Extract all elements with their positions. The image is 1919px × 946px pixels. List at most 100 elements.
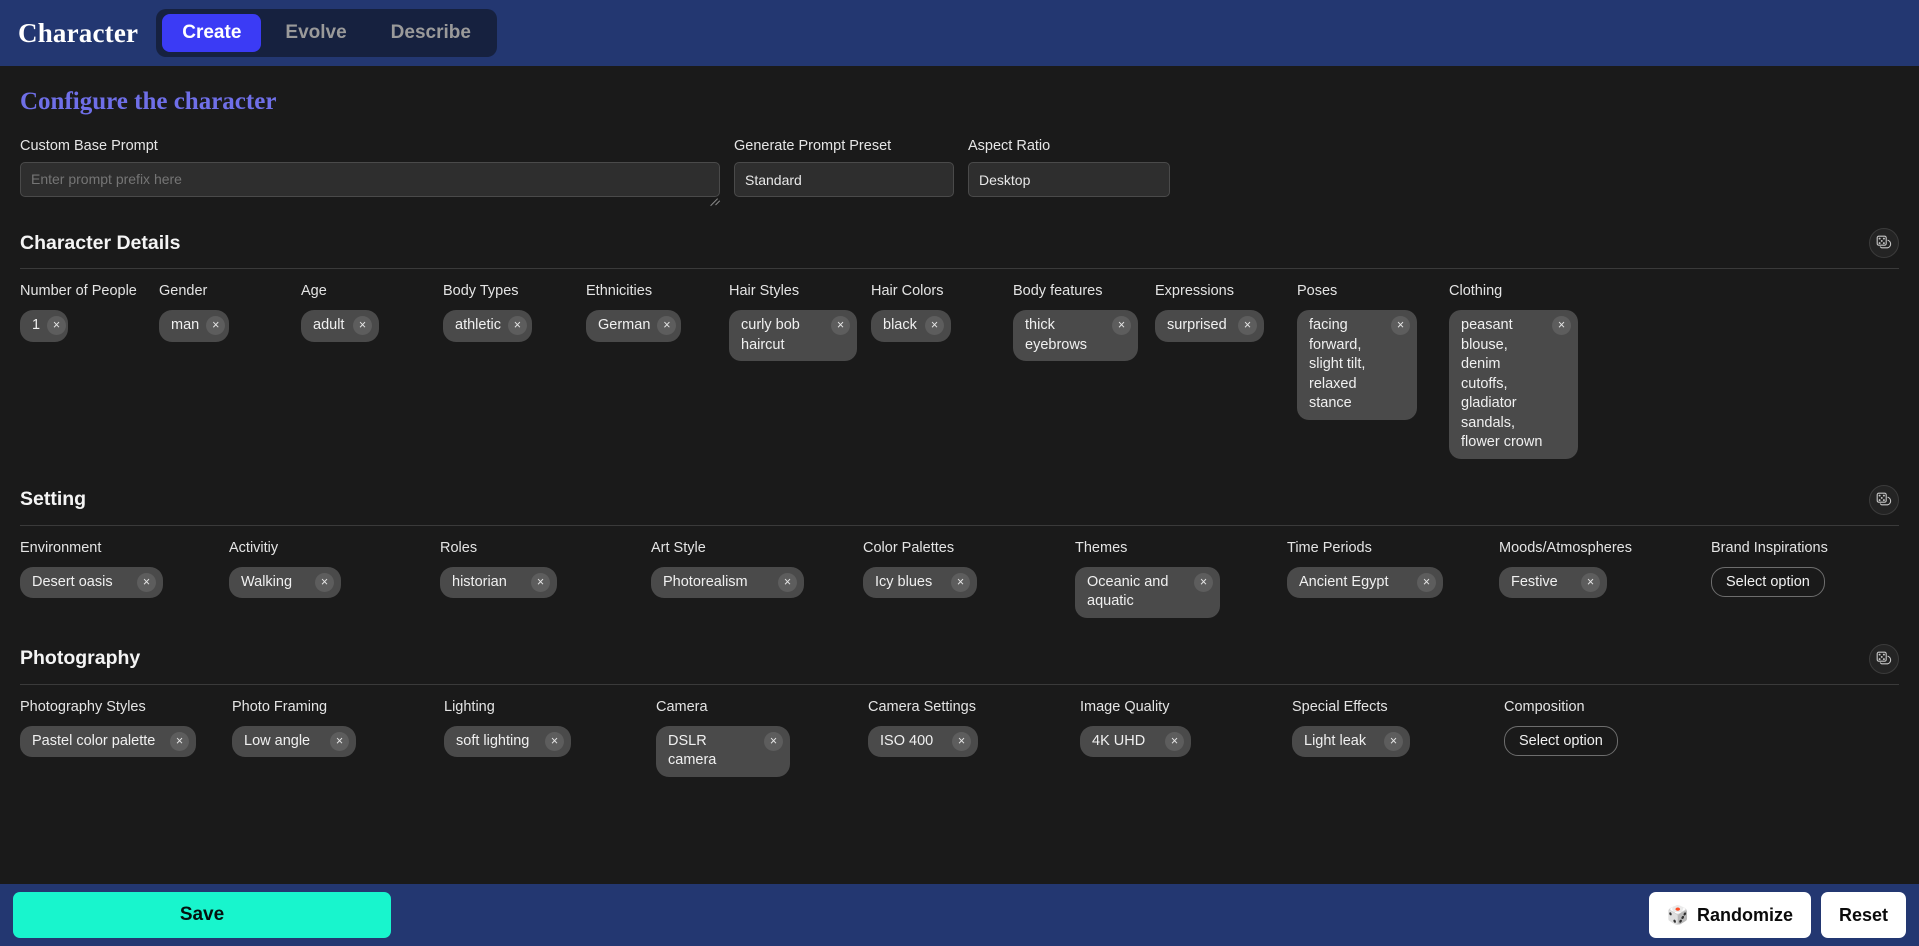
chip[interactable]: Ancient Egypt ×: [1287, 567, 1443, 599]
group-grid: EnvironmentDesert oasis×ActivitiyWalking…: [20, 540, 1899, 618]
chip-remove-icon[interactable]: ×: [170, 732, 189, 751]
custom-base-prompt-wrap: [20, 162, 720, 202]
group-expressions: Expressionssurprised×: [1155, 283, 1297, 342]
custom-base-prompt-field: Custom Base Prompt: [20, 138, 720, 202]
chip[interactable]: soft lighting×: [444, 726, 571, 758]
chip-remove-icon[interactable]: ×: [330, 732, 349, 751]
group-themes: Themes Oceanic and aquatic×: [1075, 540, 1287, 618]
chip[interactable]: Walking×: [229, 567, 341, 599]
reset-button[interactable]: Reset: [1821, 892, 1906, 938]
chip[interactable]: German ×: [586, 310, 681, 342]
aspect-ratio-select[interactable]: Desktop: [968, 162, 1170, 197]
chip-remove-icon[interactable]: ×: [1391, 316, 1410, 335]
tab-describe[interactable]: Describe: [371, 14, 491, 52]
chip[interactable]: surprised×: [1155, 310, 1264, 342]
chip[interactable]: 1×: [20, 310, 68, 342]
chip[interactable]: Desert oasis×: [20, 567, 163, 599]
section-character-details: Character DetailsNumber of People1×Gende…: [20, 228, 1899, 459]
chip[interactable]: Photorealism×: [651, 567, 804, 599]
chip[interactable]: facing forward, slight tilt, relaxed sta…: [1297, 310, 1417, 420]
chip-label: athletic: [455, 316, 501, 336]
tab-create[interactable]: Create: [162, 14, 261, 52]
chip[interactable]: 4K UHD×: [1080, 726, 1191, 758]
chip-remove-icon[interactable]: ×: [315, 573, 334, 592]
chip[interactable]: Pastel color palette×: [20, 726, 196, 758]
section-header: Setting: [20, 485, 1899, 515]
chip[interactable]: ISO 400×: [868, 726, 978, 758]
save-button[interactable]: Save: [13, 892, 391, 938]
dice-icon: 🎲: [1667, 905, 1689, 926]
group-label: Photo Framing: [232, 699, 327, 715]
group-brand-inspirations: Brand Inspirations Select option: [1711, 540, 1891, 597]
chip-remove-icon[interactable]: ×: [764, 732, 783, 751]
generate-prompt-preset-select[interactable]: Standard: [734, 162, 954, 197]
chip[interactable]: man×: [159, 310, 229, 342]
chip[interactable]: curly bob haircut×: [729, 310, 857, 361]
group-label: Number of People: [20, 283, 137, 299]
chip-remove-icon[interactable]: ×: [1194, 573, 1213, 592]
dice-icon[interactable]: [1869, 228, 1899, 258]
randomize-button-label: Randomize: [1697, 905, 1793, 926]
chip-remove-icon[interactable]: ×: [831, 316, 850, 335]
chip[interactable]: black×: [871, 310, 951, 342]
chip[interactable]: Light leak×: [1292, 726, 1410, 758]
group-label: Brand Inspirations: [1711, 540, 1828, 556]
chip-remove-icon[interactable]: ×: [1165, 732, 1184, 751]
group-special-effects: Special Effects Light leak×: [1292, 699, 1504, 758]
chip-remove-icon[interactable]: ×: [137, 573, 156, 592]
custom-base-prompt-label: Custom Base Prompt: [20, 138, 720, 154]
chip-label: Ancient Egypt: [1299, 573, 1410, 593]
chip-remove-icon[interactable]: ×: [206, 316, 225, 335]
dice-icon[interactable]: [1869, 485, 1899, 515]
chip-remove-icon[interactable]: ×: [1552, 316, 1571, 335]
chip-remove-icon[interactable]: ×: [925, 316, 944, 335]
chip-remove-icon[interactable]: ×: [353, 316, 372, 335]
chip-remove-icon[interactable]: ×: [657, 316, 676, 335]
chip-remove-icon[interactable]: ×: [508, 316, 527, 335]
chip[interactable]: Low angle×: [232, 726, 356, 758]
chip-label: peasant blouse, denim cutoffs, gladiator…: [1461, 316, 1545, 453]
chip-remove-icon[interactable]: ×: [1238, 316, 1257, 335]
group-label: Photography Styles: [20, 699, 146, 715]
chip-remove-icon[interactable]: ×: [531, 573, 550, 592]
chip-label: German: [598, 316, 650, 336]
reset-button-label: Reset: [1839, 905, 1888, 926]
group-label: Gender: [159, 283, 207, 299]
chip-remove-icon[interactable]: ×: [1112, 316, 1131, 335]
group-label: Poses: [1297, 283, 1337, 299]
dice-icon[interactable]: [1869, 644, 1899, 674]
chip-remove-icon[interactable]: ×: [952, 732, 971, 751]
select-option-button[interactable]: Select option: [1711, 567, 1825, 597]
group-body-features: Body featuresthick eyebrows×: [1013, 283, 1155, 361]
chip[interactable]: thick eyebrows×: [1013, 310, 1138, 361]
chip-remove-icon[interactable]: ×: [778, 573, 797, 592]
group-moods-atmospheres: Moods/Atmospheres Festive×: [1499, 540, 1711, 599]
chip-label: facing forward, slight tilt, relaxed sta…: [1309, 316, 1384, 414]
chip-remove-icon[interactable]: ×: [545, 732, 564, 751]
group-label: Themes: [1075, 540, 1127, 556]
group-label: Special Effects: [1292, 699, 1388, 715]
tab-evolve[interactable]: Evolve: [265, 14, 366, 52]
randomize-button[interactable]: 🎲 Randomize: [1649, 892, 1811, 938]
group-poses: Poses facing forward, slight tilt, relaxe…: [1297, 283, 1449, 420]
group-clothing: Clothingpeasant blouse, denim cutoffs, g…: [1449, 283, 1601, 459]
chip[interactable]: Icy blues×: [863, 567, 977, 599]
chip-remove-icon[interactable]: ×: [47, 316, 66, 335]
group-label: Lighting: [444, 699, 495, 715]
chip[interactable]: Festive×: [1499, 567, 1607, 599]
chip[interactable]: historian×: [440, 567, 557, 599]
chip-remove-icon[interactable]: ×: [951, 573, 970, 592]
group-label: Roles: [440, 540, 477, 556]
chip[interactable]: Oceanic and aquatic×: [1075, 567, 1220, 618]
chip-remove-icon[interactable]: ×: [1581, 573, 1600, 592]
chip[interactable]: adult×: [301, 310, 379, 342]
custom-base-prompt-input[interactable]: [20, 162, 720, 197]
select-option-button[interactable]: Select option: [1504, 726, 1618, 756]
chip-remove-icon[interactable]: ×: [1384, 732, 1403, 751]
group-label: Moods/Atmospheres: [1499, 540, 1632, 556]
chip-remove-icon[interactable]: ×: [1417, 573, 1436, 592]
chip[interactable]: athletic ×: [443, 310, 532, 342]
chip[interactable]: peasant blouse, denim cutoffs, gladiator…: [1449, 310, 1578, 459]
group-grid: Number of People1×Genderman×Ageadult×Bod…: [20, 283, 1899, 459]
chip[interactable]: DSLR camera×: [656, 726, 790, 777]
